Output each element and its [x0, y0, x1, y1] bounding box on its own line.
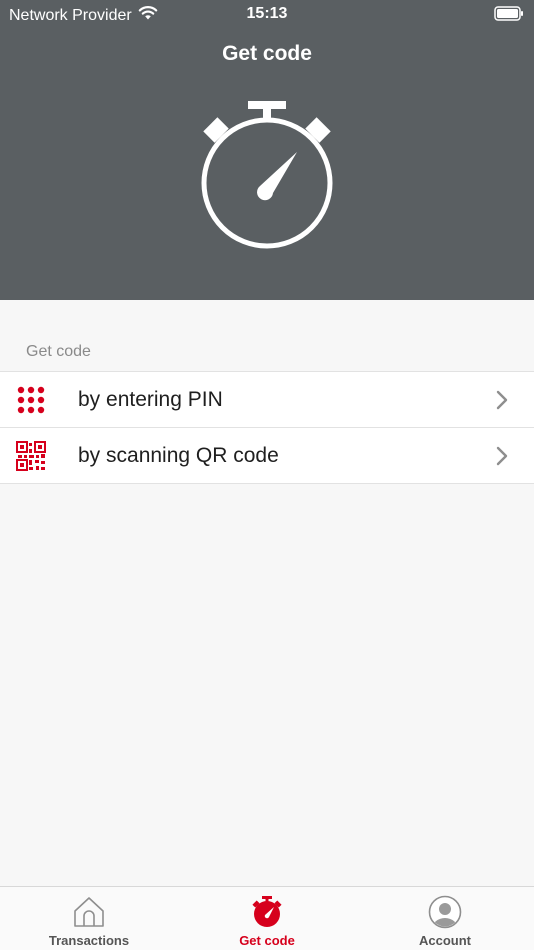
- stopwatch-icon: [250, 895, 284, 929]
- tab-bar: Transactions Get code Account: [0, 886, 534, 950]
- tab-account[interactable]: Account: [356, 887, 534, 950]
- tab-transactions-label: Transactions: [48, 933, 130, 948]
- chevron-right-icon: [496, 390, 508, 410]
- user-icon: [428, 895, 462, 929]
- tab-transactions[interactable]: Transactions: [0, 887, 178, 950]
- option-enter-pin-label: by entering PIN: [78, 388, 223, 411]
- stopwatch-hero-icon: [196, 98, 338, 254]
- keypad-icon: [16, 385, 46, 415]
- tab-get-code[interactable]: Get code: [178, 887, 356, 950]
- battery-icon: [494, 6, 524, 26]
- status-bar: Network Provider 15:13: [0, 0, 534, 28]
- option-scan-qr[interactable]: by scanning QR code: [0, 428, 534, 484]
- tab-account-label: Account: [419, 933, 471, 948]
- qr-code-icon: [16, 441, 46, 471]
- section-header: Get code: [26, 343, 91, 360]
- get-code-options: by entering PIN by scanning QR code: [0, 371, 534, 484]
- option-scan-qr-label: by scanning QR code: [78, 444, 279, 467]
- home-icon: [72, 895, 106, 929]
- tab-get-code-label: Get code: [239, 933, 295, 948]
- chevron-right-icon: [496, 446, 508, 466]
- status-time: 15:13: [246, 5, 288, 22]
- page-title: Get code: [222, 42, 312, 65]
- option-enter-pin[interactable]: by entering PIN: [0, 372, 534, 428]
- header: Network Provider 15:13 Get code: [0, 0, 534, 300]
- content-area: Get code by entering PIN by scanning QR …: [0, 300, 534, 886]
